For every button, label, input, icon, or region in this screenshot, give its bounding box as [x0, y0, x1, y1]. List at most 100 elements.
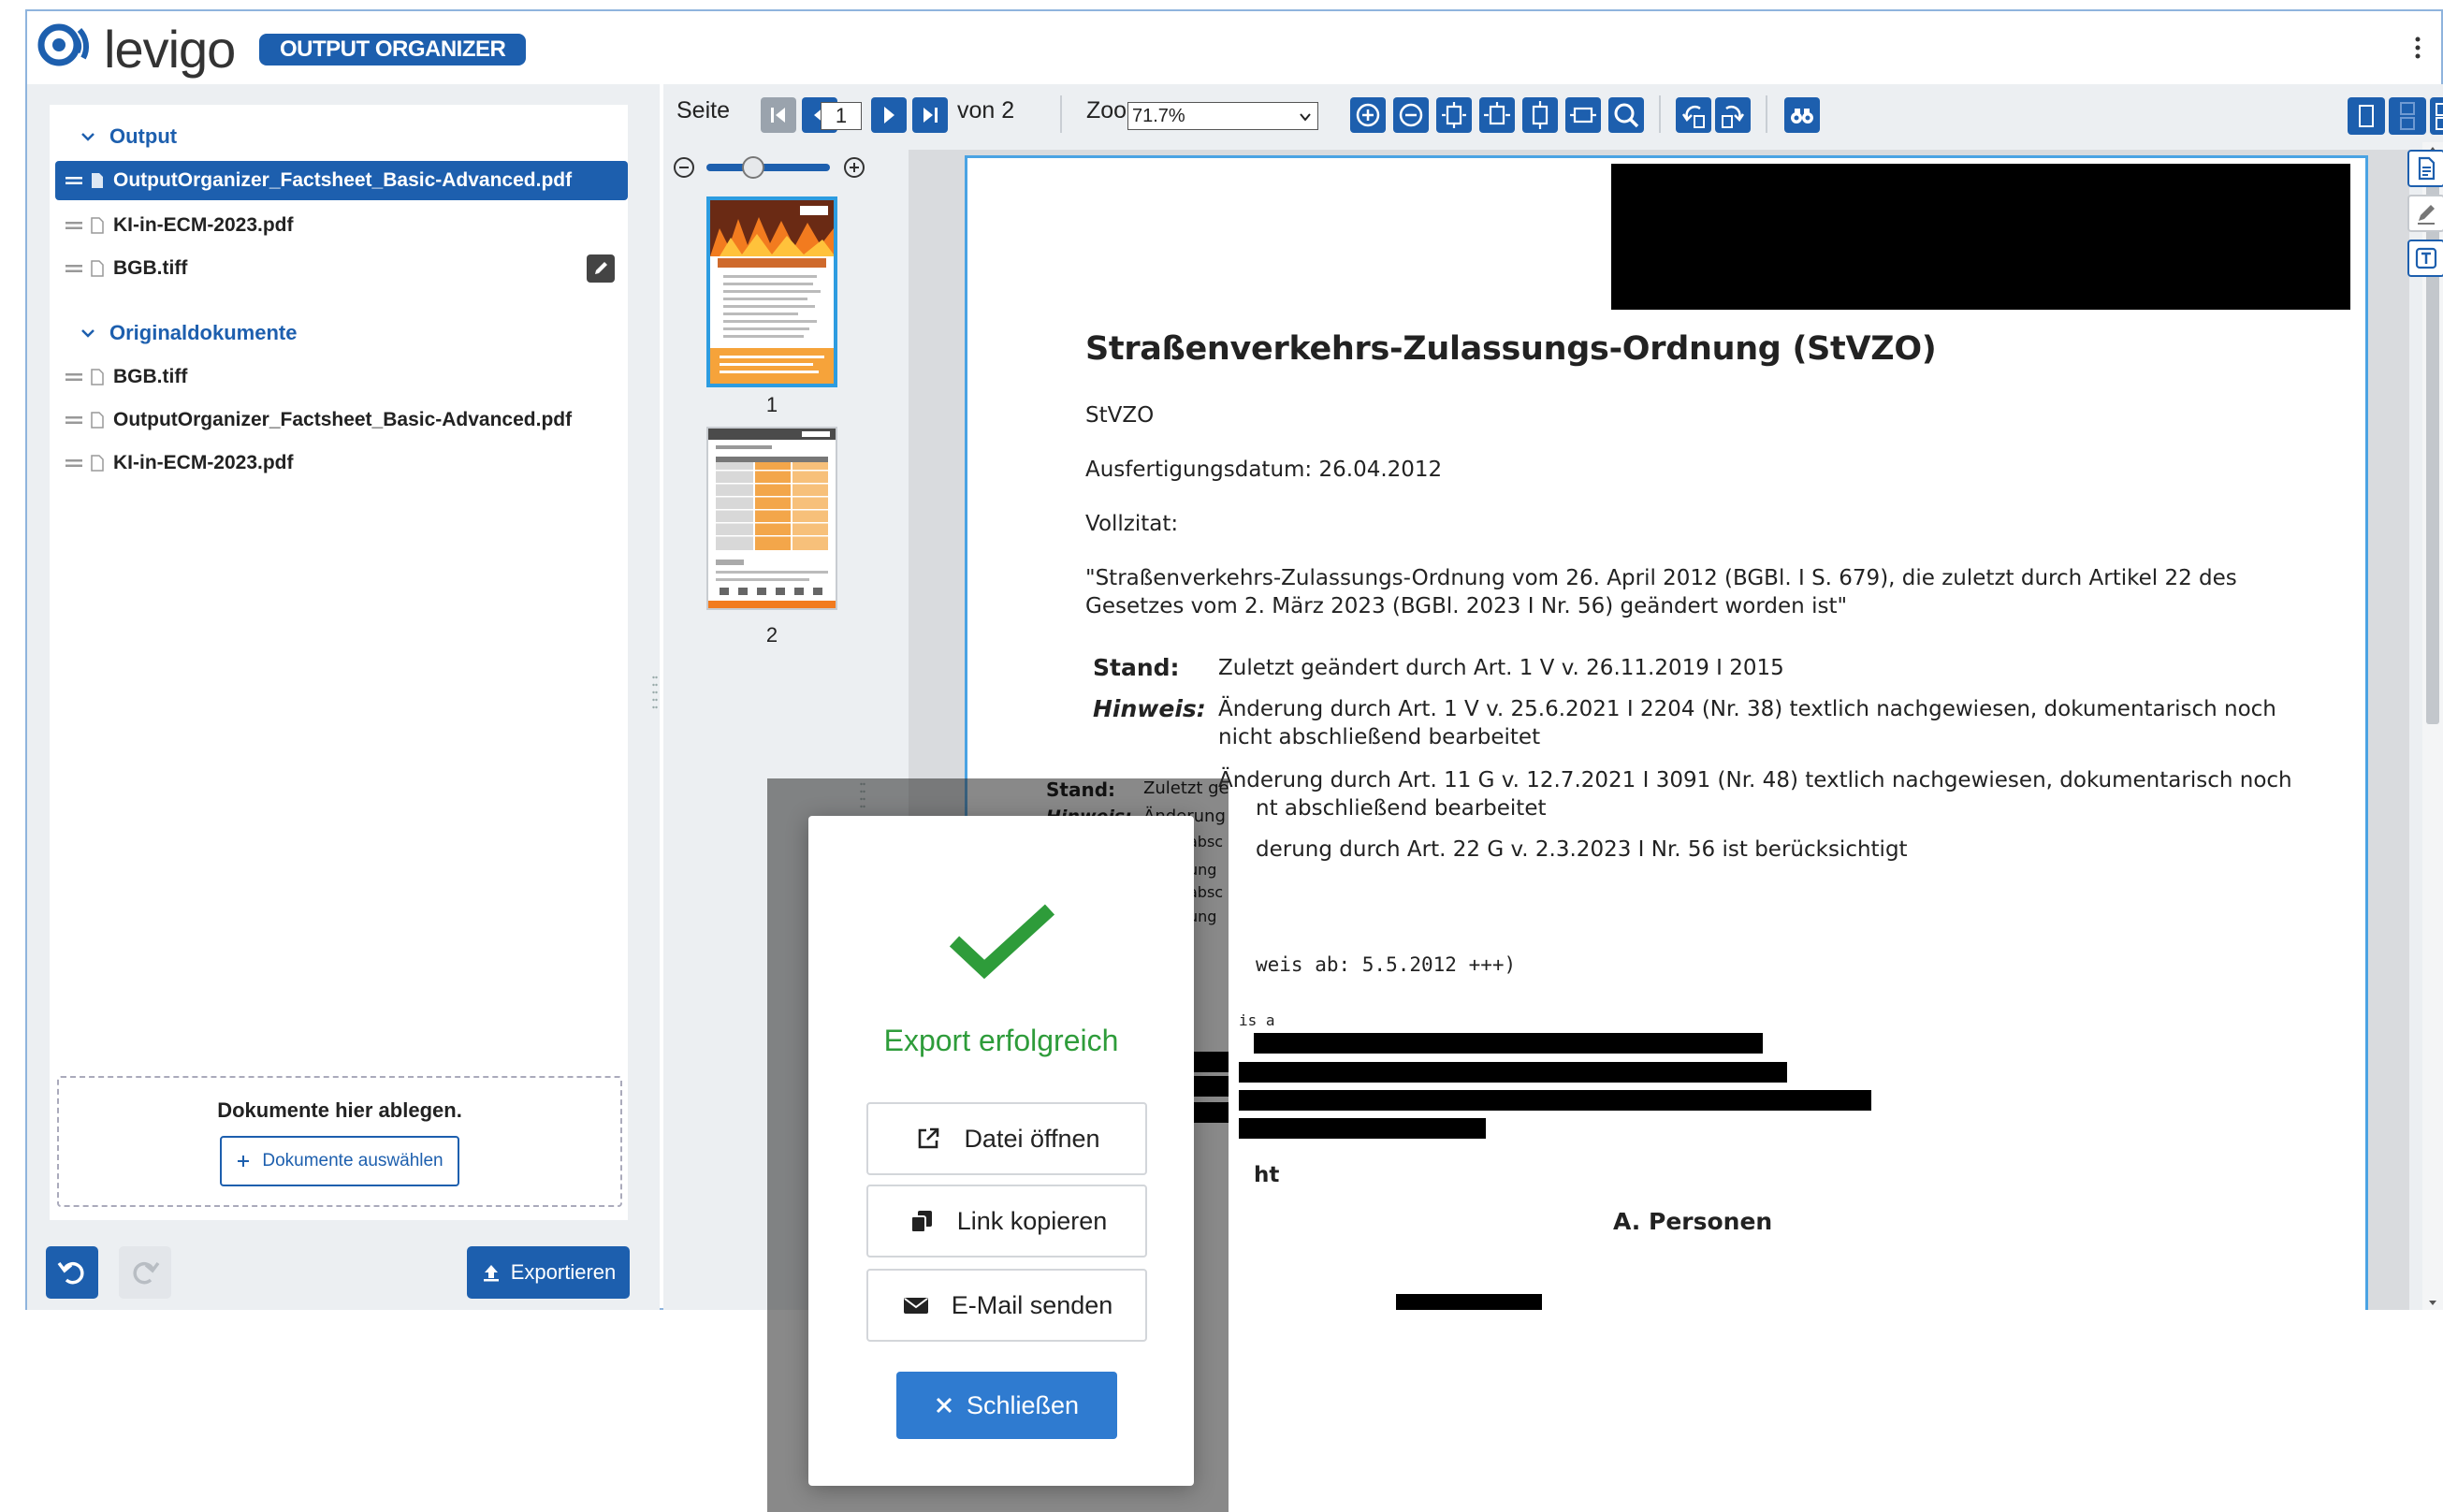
continuous-page-icon [2400, 102, 2415, 130]
output-section-header[interactable]: Output [80, 120, 177, 153]
single-page-view-button[interactable] [2348, 97, 2385, 135]
output-file-item[interactable]: KI-in-ECM-2023.pdf [55, 206, 628, 245]
export-button[interactable]: Exportieren [467, 1246, 630, 1299]
redaction-block [1190, 1076, 1229, 1097]
zoom-in-icon[interactable] [844, 157, 865, 178]
copy-link-button[interactable]: Link kopieren [866, 1185, 1147, 1258]
copy-link-label: Link kopieren [956, 1206, 1108, 1235]
first-page-button[interactable] [761, 97, 796, 133]
choose-documents-button[interactable]: Dokumente auswählen [220, 1136, 459, 1186]
fit-page-button[interactable] [1436, 97, 1472, 133]
zoom-out-button[interactable] [1393, 97, 1429, 133]
stand-label: Stand: [1093, 654, 1180, 681]
drag-handle-icon[interactable] [63, 262, 85, 275]
hinweis-text: Änderung durch Art. 11 G v. 12.7.2021 I … [1218, 768, 2292, 792]
zoom-in-button[interactable] [1350, 97, 1386, 133]
page-count-label: von 2 [957, 97, 1015, 124]
document-date: Ausfertigungsdatum: 26.04.2012 [1085, 458, 1443, 482]
redaction-block [1396, 1294, 1542, 1310]
single-page-icon [2359, 105, 2374, 127]
thumbnail-page-number: 2 [765, 623, 778, 647]
kebab-menu-icon[interactable] [2411, 32, 2424, 64]
document-info-button[interactable] [2407, 150, 2443, 187]
original-file-item[interactable]: KI-in-ECM-2023.pdf [55, 443, 628, 483]
drop-zone[interactable]: Dokumente hier ablegen. Dokumente auswäh… [57, 1076, 622, 1207]
page-label: Seite [676, 97, 730, 124]
fit-page-icon [1442, 102, 1466, 128]
undo-button[interactable] [46, 1246, 98, 1299]
copy-icon [909, 1211, 932, 1233]
pen-icon [2418, 205, 2435, 225]
file-icon [91, 412, 104, 429]
drag-handle-icon[interactable] [63, 219, 85, 232]
undo-icon [57, 1261, 84, 1285]
annotate-button[interactable] [2407, 195, 2443, 232]
send-email-label: E-Mail senden [951, 1290, 1113, 1319]
original-file-item[interactable]: OutputOrganizer_Factsheet_Basic-Advanced… [55, 400, 628, 440]
text-annotation-button[interactable] [2407, 240, 2443, 277]
search-button[interactable] [1784, 97, 1820, 133]
zoom-out-icon[interactable] [674, 157, 694, 178]
last-page-button[interactable] [912, 97, 948, 133]
page-thumbnail[interactable] [706, 196, 837, 387]
document-text-fragment: is a [1239, 1011, 1275, 1029]
thumbnail-page-number: 1 [765, 393, 778, 416]
originals-section-header[interactable]: Originaldokumente [80, 316, 297, 350]
viewer-toolbar: Seite 1 von 2 Zoom 71.7% [663, 84, 2443, 142]
redaction-block [1190, 1052, 1229, 1072]
rotate-left-button[interactable] [1676, 97, 1711, 133]
redo-button[interactable] [119, 1246, 171, 1299]
actual-size-icon [1570, 107, 1596, 124]
fit-height-button[interactable] [1522, 97, 1558, 133]
vertical-scrollbar[interactable] [2422, 142, 2443, 1310]
first-page-icon [771, 108, 785, 123]
ghost-stand-label: Stand: [1046, 778, 1116, 801]
page-number-input[interactable]: 1 [821, 102, 862, 130]
redaction-block [1611, 164, 2350, 310]
zoom-in-icon [1356, 103, 1380, 127]
actual-size-button[interactable] [1565, 97, 1601, 133]
zoom-area-button[interactable] [1608, 97, 1644, 133]
close-icon [936, 1397, 952, 1414]
close-button[interactable]: Schließen [896, 1372, 1117, 1439]
drag-handle-icon[interactable] [63, 174, 85, 187]
thumbnail-size-slider[interactable] [673, 152, 873, 183]
grid-view-button[interactable] [2430, 97, 2443, 135]
file-icon [91, 217, 104, 234]
drag-handle-icon[interactable] [63, 457, 85, 470]
file-name: OutputOrganizer_Factsheet_Basic-Advanced… [113, 409, 573, 430]
chevron-down-icon [81, 329, 95, 338]
slider-handle[interactable] [742, 156, 764, 179]
open-file-button[interactable]: Datei öffnen [866, 1102, 1147, 1175]
output-file-item[interactable]: OutputOrganizer_Factsheet_Basic-Advanced… [55, 161, 628, 200]
send-email-button[interactable]: E-Mail senden [866, 1269, 1147, 1342]
rotate-right-button[interactable] [1715, 97, 1751, 133]
zoom-value: 71.7% [1132, 106, 1185, 126]
zoom-select[interactable]: 71.7% [1127, 102, 1318, 130]
export-label: Exportieren [510, 1260, 617, 1284]
file-icon [91, 369, 104, 385]
envelope-icon [903, 1298, 928, 1314]
document-icon [2418, 156, 2436, 181]
original-file-item[interactable]: BGB.tiff [55, 357, 628, 397]
toolbar-separator [1766, 95, 1767, 133]
citation-line: Gesetzes vom 2. März 2023 (BGBl. 2023 I … [1085, 594, 1848, 618]
file-name: BGB.tiff [113, 257, 188, 279]
pencil-icon[interactable] [587, 254, 615, 283]
section-heading: A. Personen [1613, 1208, 1773, 1235]
drag-handle-icon[interactable] [63, 371, 85, 384]
panel-splitter-handle[interactable] [652, 674, 658, 717]
fit-width-button[interactable] [1479, 97, 1515, 133]
next-page-button[interactable] [871, 97, 907, 133]
scroll-down-icon[interactable] [2422, 1297, 2443, 1310]
rotate-left-icon [1681, 105, 1705, 128]
output-section-label: Output [109, 124, 178, 148]
page-thumbnail[interactable] [706, 427, 837, 610]
toolbar-separator [1659, 95, 1661, 133]
document-title: Straßenverkehrs-Zulassungs-Ordnung (StVZ… [1085, 330, 1937, 368]
toolbar-separator [1060, 95, 1062, 133]
scroll-view-button[interactable] [2389, 97, 2426, 135]
output-file-item[interactable]: BGB.tiff [55, 249, 628, 288]
choose-documents-label: Dokumente auswählen [262, 1151, 444, 1170]
drag-handle-icon[interactable] [63, 414, 85, 427]
